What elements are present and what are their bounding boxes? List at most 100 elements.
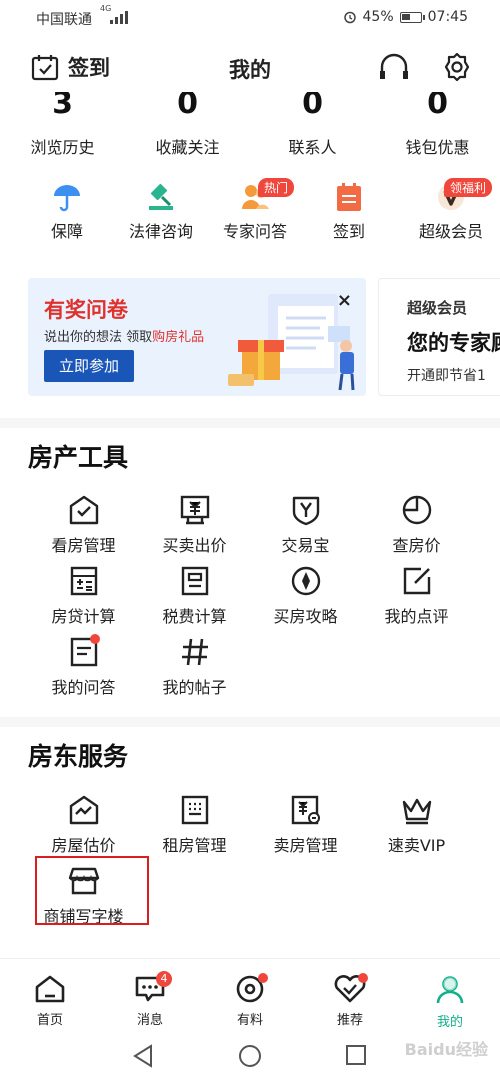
tool-my-reviews[interactable]: 我的点评 (361, 561, 472, 632)
checkin-button[interactable]: 签到 (30, 52, 110, 82)
settings-gear-icon[interactable] (442, 52, 472, 82)
sell-doc-icon (291, 795, 320, 825)
divider (0, 418, 500, 428)
service-label: 卖房管理 (273, 836, 338, 855)
vip-banner-title: 您的专家顾 (407, 331, 500, 355)
shortcut-checkin[interactable]: 签到 (302, 180, 396, 250)
nav-content[interactable]: 有料 (200, 959, 300, 1030)
calculator-icon (70, 566, 97, 596)
stats-row: 3 浏览历史 0 收藏关注 0 联系人 0 钱包优惠 (0, 92, 500, 162)
service-label: 租房管理 (162, 836, 227, 855)
service-rental-management[interactable]: 租房管理 (139, 790, 250, 861)
stat-value: 3 (52, 92, 73, 120)
shortcut-label: 签到 (332, 222, 365, 241)
stat-value: 0 (427, 92, 448, 120)
nav-label: 我的 (436, 1015, 463, 1030)
shortcut-row: 保障 法律咨询 专家问答 热门 签到 超级会员 领福利 (0, 178, 500, 250)
divider (0, 717, 500, 727)
stat-value: 0 (177, 92, 198, 120)
tool-viewing-management[interactable]: 看房管理 (28, 490, 139, 561)
tool-label: 看房管理 (51, 536, 116, 555)
shortcut-label: 专家问答 (222, 222, 287, 241)
status-bar: 中国联通 4G 45% 07:45 (0, 0, 500, 34)
nav-label: 首页 (36, 1013, 63, 1028)
battery-percent: 45% (362, 9, 394, 25)
home-circle-icon[interactable] (238, 1044, 262, 1068)
welfare-badge: 领福利 (444, 178, 493, 197)
shortcut-legal[interactable]: 法律咨询 (114, 180, 208, 250)
stat-wallet[interactable]: 0 钱包优惠 (375, 92, 500, 162)
nav-messages[interactable]: 消息 4 (100, 959, 200, 1030)
stat-label: 浏览历史 (30, 138, 95, 157)
stat-favorites[interactable]: 0 收藏关注 (125, 92, 250, 162)
tool-check-price[interactable]: 查房价 (361, 490, 472, 561)
tool-label: 查房价 (392, 536, 441, 555)
shortcut-label: 超级会员 (418, 222, 483, 241)
stat-browse-history[interactable]: 3 浏览历史 (0, 92, 125, 162)
hashtag-icon (181, 638, 208, 666)
compass-icon (291, 566, 320, 596)
service-label: 速卖VIP (387, 836, 446, 855)
tool-transaction-treasure[interactable]: 交易宝 (250, 490, 361, 561)
tool-my-qa[interactable]: 我的问答 (28, 632, 139, 703)
recent-apps-icon[interactable] (345, 1044, 367, 1066)
nav-home[interactable]: 首页 (0, 959, 100, 1030)
top-header: 签到 我的 (0, 44, 500, 92)
tool-label: 买房攻略 (273, 607, 338, 626)
join-survey-button[interactable]: 立即参加 (44, 350, 134, 382)
umbrella-icon (54, 185, 80, 212)
checkin-label: 签到 (68, 56, 110, 80)
shortcut-experts[interactable]: 专家问答 热门 (208, 178, 302, 250)
service-label: 房屋估价 (51, 836, 116, 855)
tool-label: 税费计算 (162, 607, 227, 626)
survey-subtitle: 说出你的想法 领取购房礼品 (44, 330, 205, 345)
hot-badge: 热门 (258, 178, 295, 197)
stat-contacts[interactable]: 0 联系人 (250, 92, 375, 162)
service-quick-sale-vip[interactable]: 速卖VIP (361, 790, 472, 861)
carrier-label: 中国联通 (36, 12, 92, 28)
service-house-valuation[interactable]: 房屋估价 (28, 790, 139, 861)
nav-label: 消息 (136, 1013, 163, 1028)
message-count-badge: 4 (156, 971, 172, 987)
highlight-box (35, 856, 149, 925)
tool-buying-guide[interactable]: 买房攻略 (250, 561, 361, 632)
shortcut-label: 法律咨询 (128, 222, 193, 241)
shortcut-insurance[interactable]: 保障 (20, 180, 114, 250)
vip-banner-label: 超级会员 (407, 299, 468, 317)
back-icon[interactable] (132, 1044, 154, 1068)
nav-label: 有料 (236, 1013, 263, 1028)
tool-tax-calculator[interactable]: 税费计算 (139, 561, 250, 632)
nav-recommend[interactable]: 推荐 (300, 959, 400, 1030)
survey-banner[interactable]: 有奖问卷 说出你的想法 领取购房礼品 立即参加 × (28, 278, 366, 396)
home-icon (35, 975, 65, 1003)
tool-label: 我的问答 (51, 678, 116, 697)
landlord-services-title: 房东服务 (28, 742, 129, 771)
stat-label: 收藏关注 (155, 138, 220, 157)
gavel-icon (149, 183, 173, 210)
shield-y-icon (292, 496, 319, 526)
tool-label: 买卖出价 (162, 536, 227, 555)
shortcut-label: 保障 (50, 222, 83, 241)
vip-banner[interactable]: 超级会员 您的专家顾 开通即节省1 (378, 278, 500, 396)
edit-icon (403, 567, 430, 595)
stat-label: 钱包优惠 (405, 138, 470, 157)
service-sale-management[interactable]: 卖房管理 (250, 790, 361, 861)
clock: 07:45 (427, 9, 468, 25)
shortcut-super-vip[interactable]: 超级会员 领福利 (404, 178, 498, 250)
house-check-icon (69, 495, 98, 525)
watermark: Baidu经验 (404, 1040, 488, 1059)
tool-my-posts[interactable]: 我的帖子 (139, 632, 250, 703)
user-icon (436, 976, 464, 1004)
close-icon[interactable]: × (337, 290, 352, 311)
notification-dot (358, 973, 368, 983)
vip-banner-subtitle: 开通即节省1 (407, 368, 486, 384)
survey-title: 有奖问卷 (44, 298, 128, 322)
tool-mortgage-calculator[interactable]: 房贷计算 (28, 561, 139, 632)
headset-icon[interactable] (378, 52, 410, 82)
tool-offer-price[interactable]: 买卖出价 (139, 490, 250, 561)
notification-dot (258, 973, 268, 983)
property-tools-grid: 看房管理 买卖出价 交易宝 查房价 房贷计算 税费计算 买房攻略 我的点评 我的… (28, 490, 472, 703)
battery-icon (399, 11, 425, 23)
house-chart-icon (69, 795, 98, 825)
nav-mine[interactable]: 我的 (400, 959, 500, 1030)
